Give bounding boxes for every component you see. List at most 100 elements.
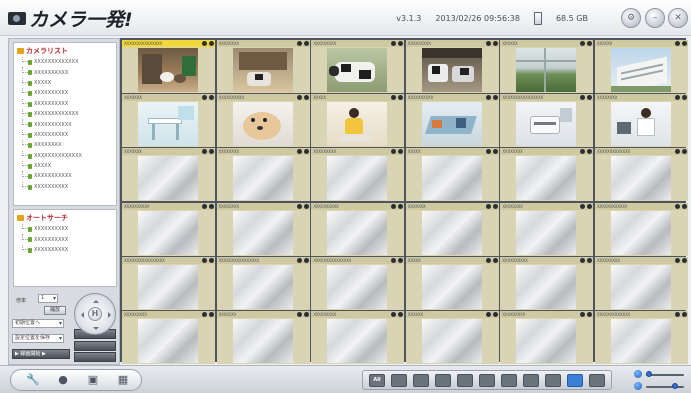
cell-ctrl-b-icon[interactable]: [398, 203, 404, 209]
cell-ctrl-a-icon[interactable]: [202, 257, 207, 263]
record-icon[interactable]: ●: [55, 373, 71, 387]
cell-ctrl-b-icon[interactable]: [492, 257, 498, 263]
camera-feed[interactable]: [421, 102, 482, 147]
tree-item[interactable]: XXXXXXXXXX: [14, 98, 116, 109]
cell-ctrl-a-icon[interactable]: [485, 203, 491, 209]
speaker-slider[interactable]: [646, 386, 684, 388]
no-signal-placeholder[interactable]: [516, 319, 577, 363]
camera-cell[interactable]: XXXXXXXX: [500, 148, 594, 202]
cell-ctrl-b-icon[interactable]: [587, 149, 593, 155]
cell-ctrl-b-icon[interactable]: [492, 312, 498, 317]
camera-cell[interactable]: XXXXXXXXX: [311, 148, 405, 202]
mic-slider-knob[interactable]: [646, 371, 652, 377]
cell-ctrl-b-icon[interactable]: [303, 149, 309, 155]
cell-ctrl-b-icon[interactable]: [492, 41, 498, 46]
cell-ctrl-a-icon[interactable]: [202, 95, 207, 101]
tree-item[interactable]: XXXXXXXXXX: [14, 88, 116, 98]
camera-cell[interactable]: XXXXXXXX: [500, 202, 594, 256]
no-signal-placeholder[interactable]: [611, 156, 671, 201]
record-button[interactable]: ▶ 録画開始 ▶: [12, 349, 70, 359]
cell-ctrl-a-icon[interactable]: [391, 149, 397, 155]
no-signal-placeholder[interactable]: [232, 264, 293, 309]
cell-ctrl-b-icon[interactable]: [303, 41, 309, 46]
cell-ctrl-a-icon[interactable]: [485, 95, 491, 101]
cell-ctrl-a-icon[interactable]: [296, 149, 302, 155]
no-signal-placeholder[interactable]: [232, 156, 293, 201]
no-signal-placeholder[interactable]: [138, 319, 198, 363]
speaker-icon[interactable]: [634, 382, 642, 390]
cell-ctrl-a-icon[interactable]: [580, 41, 586, 46]
save-position-button[interactable]: [74, 341, 116, 351]
cell-ctrl-b-icon[interactable]: [209, 95, 214, 101]
layout-option-2-icon[interactable]: [413, 374, 429, 387]
cell-ctrl-b-icon[interactable]: [303, 257, 309, 263]
cell-ctrl-b-icon[interactable]: [682, 203, 687, 209]
layout-option-7-icon[interactable]: [523, 374, 539, 387]
layout-option-8-icon[interactable]: [545, 374, 561, 387]
cell-ctrl-b-icon[interactable]: [587, 95, 593, 101]
save-position-select[interactable]: 設定位置を保存: [12, 334, 64, 343]
no-signal-placeholder[interactable]: [232, 210, 293, 255]
zoom-select[interactable]: 1: [38, 294, 58, 303]
cell-ctrl-b-icon[interactable]: [492, 95, 498, 101]
camera-feed[interactable]: [232, 48, 293, 92]
cell-ctrl-b-icon[interactable]: [209, 149, 214, 155]
camera-cell[interactable]: XXXXXXX: [122, 148, 215, 202]
no-signal-placeholder[interactable]: [232, 319, 293, 363]
cell-ctrl-a-icon[interactable]: [202, 41, 207, 46]
cell-ctrl-b-icon[interactable]: [398, 257, 404, 263]
cell-ctrl-a-icon[interactable]: [580, 312, 586, 317]
cell-ctrl-b-icon[interactable]: [682, 149, 687, 155]
camera-cell[interactable]: XXXXXXXXXX: [311, 202, 405, 256]
tree-item[interactable]: XXXXXXXXXX: [14, 67, 116, 77]
no-signal-placeholder[interactable]: [611, 264, 671, 309]
tree-item[interactable]: XXXXXXXXXX: [14, 129, 116, 140]
cell-ctrl-a-icon[interactable]: [485, 149, 491, 155]
cell-ctrl-a-icon[interactable]: [485, 41, 491, 46]
cell-ctrl-a-icon[interactable]: [296, 203, 302, 209]
cell-ctrl-a-icon[interactable]: [391, 312, 397, 317]
camera-cell[interactable]: XXXXXXXXXXXXXXX: [311, 256, 405, 310]
camera-cell[interactable]: XXXXXXX: [405, 202, 499, 256]
layout-option-5-icon[interactable]: [479, 374, 495, 387]
tree-item[interactable]: XXXXXXXXXXXXX: [14, 108, 116, 119]
cell-ctrl-b-icon[interactable]: [398, 149, 404, 155]
ptz-down-icon[interactable]: [93, 327, 99, 333]
cell-ctrl-b-icon[interactable]: [682, 95, 687, 101]
cell-ctrl-b-icon[interactable]: [398, 95, 404, 101]
settings-icon[interactable]: ⚙: [621, 8, 641, 28]
camera-cell[interactable]: XXXXXXXX: [216, 202, 310, 256]
ptz-left-icon[interactable]: [78, 312, 84, 318]
cell-ctrl-b-icon[interactable]: [398, 41, 404, 46]
cell-ctrl-a-icon[interactable]: [485, 312, 491, 317]
cell-ctrl-b-icon[interactable]: [682, 257, 687, 263]
camera-cell[interactable]: XXXXXXXXXX: [122, 202, 215, 256]
tree-item[interactable]: XXXXXXXXXXXXXX: [14, 150, 116, 161]
camera-feed[interactable]: [611, 48, 671, 92]
cell-ctrl-a-icon[interactable]: [675, 257, 680, 263]
ptz-up-icon[interactable]: [93, 297, 99, 303]
cell-ctrl-a-icon[interactable]: [391, 203, 397, 209]
tree-item[interactable]: XXXXXXXXXX: [14, 181, 116, 192]
tree-item[interactable]: XXXXX: [14, 77, 116, 88]
ptz-pad[interactable]: H: [74, 293, 116, 335]
tree-item[interactable]: XXXXXXXXXX: [14, 244, 116, 255]
cell-ctrl-b-icon[interactable]: [398, 312, 404, 317]
camera-cell[interactable]: XXXXXXX: [216, 311, 310, 364]
camera-cell[interactable]: XXXXXXXXXXXXXXXX: [500, 94, 594, 148]
camera-cell[interactable]: XXXXX: [405, 148, 499, 202]
camera-feed[interactable]: [232, 102, 293, 147]
tree-item[interactable]: XXXXXXXXXXX: [14, 119, 116, 129]
tree-item[interactable]: XXXXXXXXXXX: [14, 171, 116, 181]
cell-ctrl-a-icon[interactable]: [296, 312, 302, 317]
no-signal-placeholder[interactable]: [138, 264, 198, 309]
cell-ctrl-a-icon[interactable]: [580, 95, 586, 101]
camera-cell[interactable]: XXXXXXXXXX: [216, 94, 310, 148]
stop-button[interactable]: [74, 352, 116, 362]
no-signal-placeholder[interactable]: [327, 156, 388, 201]
camera-cell[interactable]: XXXXXXXXXX: [500, 256, 594, 310]
grid-settings-icon[interactable]: ▦: [115, 373, 131, 387]
no-signal-placeholder[interactable]: [138, 156, 198, 201]
cell-ctrl-a-icon[interactable]: [296, 257, 302, 263]
cell-ctrl-a-icon[interactable]: [202, 149, 207, 155]
